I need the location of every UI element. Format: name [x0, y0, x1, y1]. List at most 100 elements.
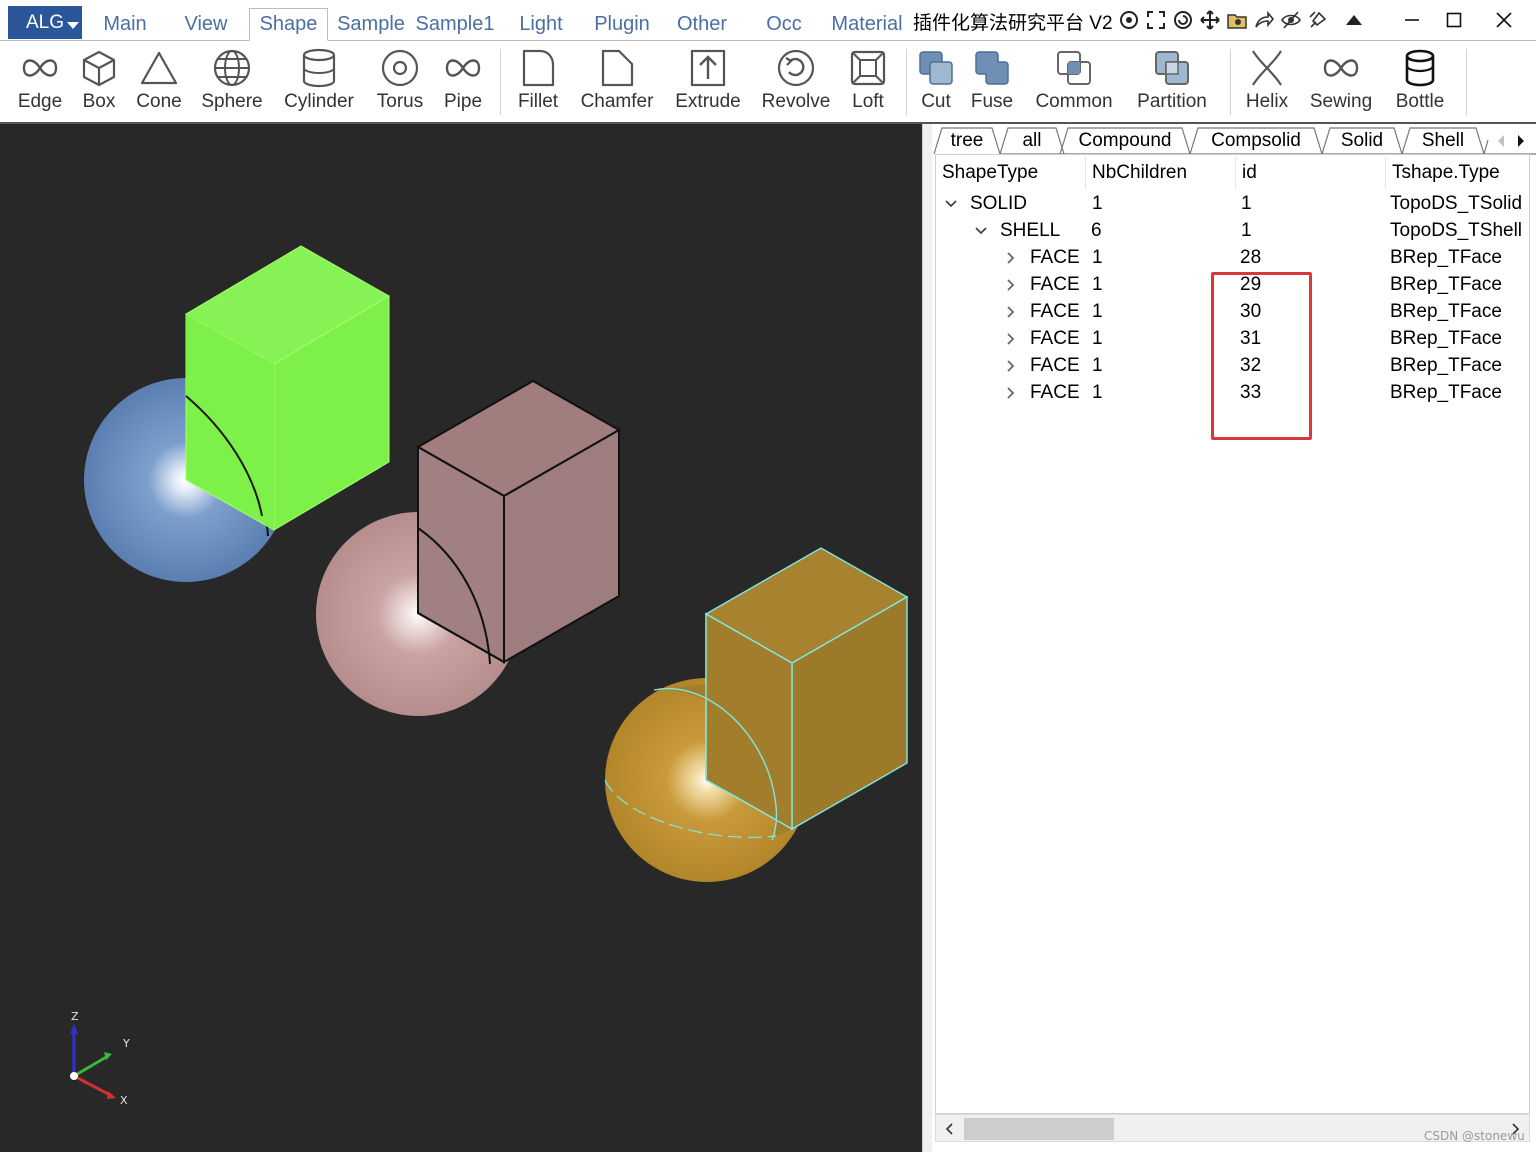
hide-icon[interactable] [1280, 9, 1302, 31]
cylinder-label: Cylinder [284, 91, 354, 112]
loft-button[interactable]: Loft [842, 47, 894, 119]
nbchildren-cell: 1 [1092, 300, 1103, 322]
revolve-button[interactable]: Revolve [758, 47, 834, 119]
tab-view[interactable]: View [178, 8, 234, 40]
tab-material[interactable]: Material [828, 8, 906, 40]
pipe-button[interactable]: Pipe [438, 47, 488, 119]
nbchildren-cell: 1 [1092, 246, 1103, 268]
cut-button[interactable]: Cut [912, 47, 960, 119]
tab-solid[interactable]: Solid [1330, 128, 1394, 154]
sphere-box-blue-green[interactable] [84, 245, 390, 582]
tab-plugin[interactable]: Plugin [588, 8, 656, 40]
chevron-right-icon[interactable] [1004, 298, 1018, 325]
shape-type-cell: FACE [1030, 327, 1080, 349]
bottle-icon [1405, 49, 1435, 87]
cut-label: Cut [921, 91, 951, 112]
torus-button[interactable]: Torus [372, 47, 428, 119]
helix-button[interactable]: Helix [1240, 47, 1294, 119]
sewing-button[interactable]: Sewing [1306, 47, 1376, 119]
cone-label: Cone [136, 91, 182, 112]
fillet-label: Fillet [517, 91, 559, 112]
fullscreen-icon[interactable] [1145, 9, 1167, 31]
maximize-button[interactable] [1434, 4, 1474, 36]
collapse-ribbon-icon[interactable] [1343, 9, 1365, 31]
extrude-button[interactable]: Extrude [672, 47, 744, 119]
tab-sample1[interactable]: Sample1 [414, 8, 496, 40]
sphere-button[interactable]: Sphere [200, 47, 264, 119]
chevron-right-icon[interactable] [1004, 325, 1018, 352]
sphere-box-gold-selected[interactable] [604, 547, 909, 882]
ribbon-divider [500, 49, 501, 115]
scroll-left-button[interactable] [938, 1117, 960, 1141]
brush-icon[interactable] [1307, 9, 1329, 31]
ribbon-divider [1230, 49, 1231, 115]
edge-button[interactable]: Edge [14, 47, 66, 119]
tab-occ[interactable]: Occ [760, 8, 808, 40]
cylinder-button[interactable]: Cylinder [281, 47, 357, 119]
helix-label: Helix [1245, 91, 1289, 112]
minimize-icon [1405, 19, 1419, 21]
common-button[interactable]: Common [1030, 47, 1118, 119]
partition-button[interactable]: Partition [1130, 47, 1214, 119]
tab-all[interactable]: all [1008, 128, 1056, 154]
cut-icon [919, 51, 953, 85]
chevron-right-icon[interactable] [1004, 379, 1018, 406]
fit-all-icon[interactable] [1118, 9, 1140, 31]
common-icon [1057, 51, 1091, 85]
fuse-button[interactable]: Fuse [966, 47, 1018, 119]
box-button[interactable]: Box [76, 47, 122, 119]
rotate-view-icon[interactable] [1172, 9, 1194, 31]
chevron-right-icon[interactable] [1004, 352, 1018, 379]
partition-icon [1155, 51, 1189, 85]
tab-shape[interactable]: Shape [249, 8, 328, 41]
fillet-button[interactable]: Fillet [512, 47, 564, 119]
chevron-right-icon[interactable] [1004, 244, 1018, 271]
share-icon[interactable] [1253, 9, 1275, 31]
chevron-down-icon[interactable] [974, 217, 988, 244]
tab-scroll-right-button[interactable] [1512, 130, 1530, 152]
extrude-icon [690, 49, 726, 87]
column-header-id[interactable]: id [1236, 157, 1386, 189]
tab-main[interactable]: Main [96, 8, 154, 40]
chevron-right-icon[interactable] [1004, 271, 1018, 298]
folder-settings-icon[interactable] [1226, 9, 1248, 31]
ribbon-toolbar: Edge Box Cone Sphere Cylinder Torus Pipe [0, 40, 1536, 122]
chamfer-icon [601, 49, 634, 87]
tab-light[interactable]: Light [512, 8, 570, 40]
column-header-nbchildren[interactable]: NbChildren [1086, 157, 1236, 189]
tab-compound[interactable]: Compound [1068, 128, 1182, 154]
tree-row-face[interactable]: FACE 1 28 BRep_TFace [936, 244, 1529, 271]
menu-bar: ALG Main View Shape Sample Sample1 Light… [0, 0, 1536, 41]
cone-button[interactable]: Cone [133, 47, 185, 119]
tshape-type-cell: BRep_TFace [1390, 354, 1502, 376]
3d-viewport[interactable]: Z Y X [0, 124, 922, 1152]
tree-row-shell[interactable]: SHELL 6 1 TopoDS_TShell [936, 217, 1529, 244]
bottle-button[interactable]: Bottle [1390, 47, 1450, 119]
tab-other[interactable]: Other [672, 8, 732, 40]
panel-splitter[interactable] [922, 124, 932, 1152]
scrollbar-thumb[interactable] [964, 1118, 1114, 1140]
tab-scroll-left-button[interactable] [1492, 130, 1510, 152]
app-menu-button[interactable]: ALG [8, 6, 82, 39]
pipe-label: Pipe [443, 91, 483, 112]
sphere-label: Sphere [201, 91, 263, 112]
tab-tree[interactable]: tree [942, 128, 992, 154]
pan-icon[interactable] [1199, 9, 1221, 31]
infinity-icon [22, 59, 58, 77]
torus-label: Torus [376, 91, 424, 112]
tab-sample[interactable]: Sample [335, 8, 407, 40]
chamfer-label: Chamfer [580, 91, 654, 112]
column-header-shapetype[interactable]: ShapeType [936, 157, 1086, 189]
close-button[interactable] [1484, 4, 1524, 36]
tree-row-solid[interactable]: SOLID 1 1 TopoDS_TSolid [936, 190, 1529, 217]
tab-compsolid[interactable]: Compsolid [1198, 128, 1314, 154]
chevron-down-icon[interactable] [944, 190, 958, 217]
column-header-tshape-type[interactable]: Tshape.Type [1386, 157, 1529, 189]
minimize-button[interactable] [1392, 4, 1432, 36]
scene-canvas[interactable]: Z Y X [0, 124, 922, 1152]
tab-shell[interactable]: Shell [1410, 128, 1476, 154]
common-label: Common [1035, 91, 1113, 112]
sewing-icon [1323, 59, 1359, 77]
box-label: Box [82, 91, 116, 112]
chamfer-button[interactable]: Chamfer [578, 47, 656, 119]
